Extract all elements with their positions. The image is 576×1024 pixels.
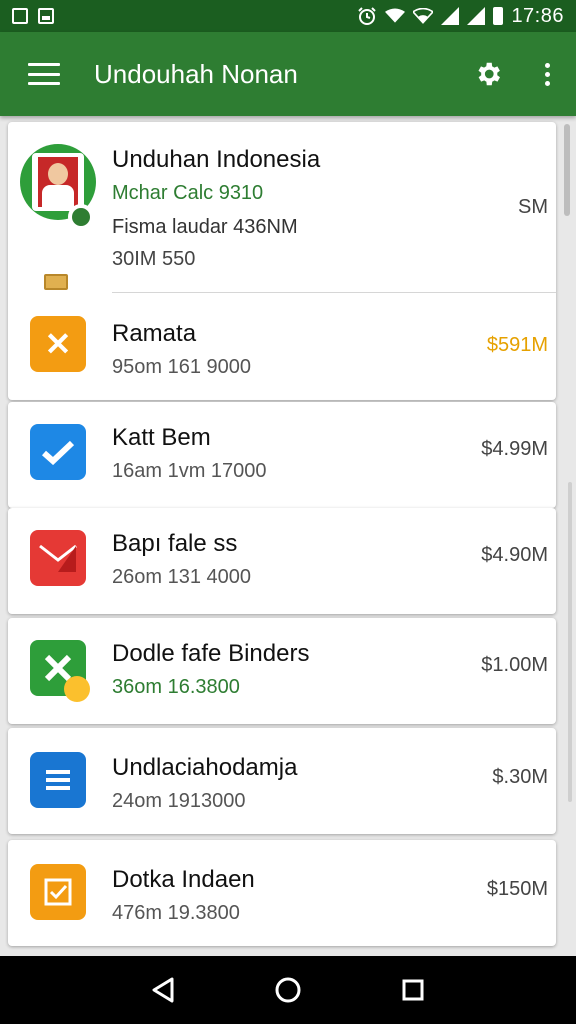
- green-sheet-app-icon: [30, 640, 90, 702]
- wifi-alt-icon: [413, 8, 434, 24]
- divider: [112, 292, 556, 293]
- item-subtitle: 476m 19.3800: [112, 902, 240, 924]
- item-size: $150M: [486, 878, 548, 900]
- item-title: Bapı fale ss: [112, 530, 238, 557]
- recents-square-icon[interactable]: [393, 970, 433, 1010]
- item-title: Unduhan Indonesia: [112, 146, 321, 173]
- blue-doc-app-icon: [30, 752, 86, 808]
- list-item[interactable]: Undlaciahodamja 24om 1913000 $.30M: [8, 728, 556, 834]
- item-detail: 30IM 550: [112, 248, 196, 270]
- item-subtitle: 24om 1913000: [112, 790, 246, 812]
- alarm-icon: [358, 7, 377, 25]
- list-card: Dotka Indaen 476m 19.3800 $150M: [8, 840, 556, 946]
- gallery-icon: [38, 8, 54, 24]
- list-item[interactable]: Katt Bem 16am 1vm 17000 $4.99M: [8, 402, 556, 508]
- list-item[interactable]: Dotka Indaen 476m 19.3800 $150M: [8, 840, 556, 946]
- battery-icon: [493, 7, 504, 25]
- list-item[interactable]: ✕ Ramata 95om 161 9000 $591M: [8, 294, 556, 400]
- list-card: Katt Bem 16am 1vm 17000 $4.99M: [8, 402, 556, 508]
- status-bar: 17:86: [0, 0, 576, 32]
- item-subtitle: 26om 131 4000: [112, 566, 252, 588]
- app-title: Undouhah Nonan: [94, 58, 298, 89]
- item-title: Katt Bem: [112, 424, 211, 451]
- home-circle-icon[interactable]: [268, 970, 308, 1010]
- item-subtitle: Mchar Calc 9310: [112, 182, 264, 204]
- list-card: Bapı fale ss 26om 131 4000 $4.90M: [8, 508, 556, 614]
- package-icon: [44, 274, 68, 290]
- list-item[interactable]: Unduhan Indonesia Mchar Calc 9310 Fisma …: [8, 122, 556, 294]
- item-title: Dodle fafe Binders: [112, 640, 310, 667]
- navigation-bar: [0, 956, 576, 1024]
- item-size: $4.99M: [481, 438, 548, 460]
- blue-check-app-icon: [30, 424, 86, 480]
- hamburger-menu-icon[interactable]: [28, 63, 60, 85]
- signal-icon: [441, 7, 460, 25]
- item-size: $4.90M: [481, 544, 548, 566]
- item-subtitle: 36om 16.3800: [112, 676, 240, 698]
- list-item[interactable]: Dodle fafe Binders 36om 16.3800 $1.00M: [8, 618, 556, 724]
- list-card: Unduhan Indonesia Mchar Calc 9310 Fisma …: [8, 122, 556, 400]
- item-size: $591M: [486, 334, 548, 356]
- list-card: Dodle fafe Binders 36om 16.3800 $1.00M: [8, 618, 556, 724]
- item-size: SM: [518, 196, 548, 218]
- signal-icon-2: [467, 7, 486, 25]
- scrollbar-thumb[interactable]: [564, 124, 570, 216]
- avatar-photo-icon: [20, 144, 96, 230]
- item-size: $.30M: [492, 766, 548, 788]
- item-detail: Fisma laudar 436NM: [112, 216, 298, 238]
- item-subtitle: 95om 161 9000: [112, 356, 252, 378]
- orange-x-app-icon: ✕: [30, 316, 86, 372]
- item-size: $1.00M: [481, 654, 548, 676]
- back-triangle-icon[interactable]: [143, 970, 183, 1010]
- scrollbar-track[interactable]: [568, 482, 572, 802]
- list-card: Undlaciahodamja 24om 1913000 $.30M: [8, 728, 556, 834]
- gear-icon[interactable]: [473, 59, 503, 89]
- status-time: 17:86: [511, 4, 564, 27]
- red-mail-app-icon: [30, 530, 86, 586]
- item-subtitle: 16am 1vm 17000: [112, 460, 267, 482]
- image-icon: [12, 8, 28, 24]
- wifi-icon: [385, 8, 406, 23]
- item-title: Undlaciahodamja: [112, 754, 298, 781]
- app-bar: Undouhah Nonan: [0, 32, 576, 116]
- more-vert-icon[interactable]: [533, 62, 562, 86]
- item-title: Ramata: [112, 320, 197, 347]
- download-list: Unduhan Indonesia Mchar Calc 9310 Fisma …: [0, 116, 576, 956]
- item-title: Dotka Indaen: [112, 866, 255, 893]
- orange-check-app-icon: [30, 864, 86, 920]
- list-item[interactable]: Bapı fale ss 26om 131 4000 $4.90M: [8, 508, 556, 614]
